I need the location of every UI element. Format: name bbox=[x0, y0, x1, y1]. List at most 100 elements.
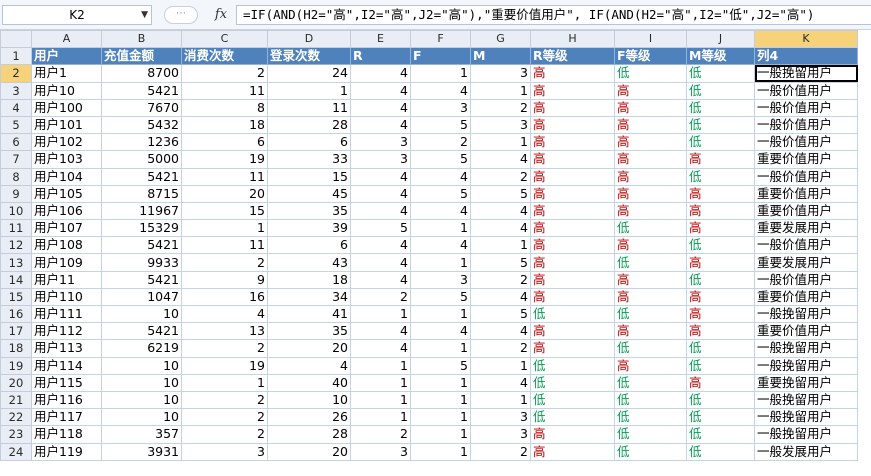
cell-d[interactable]: 39 bbox=[267, 219, 351, 238]
cell-i[interactable]: 高 bbox=[614, 115, 687, 135]
cell-j[interactable]: 高 bbox=[686, 322, 755, 341]
cell-b[interactable]: 15329 bbox=[101, 219, 182, 238]
cell-e[interactable]: 4 bbox=[350, 270, 411, 289]
cell-g[interactable]: 1 bbox=[470, 133, 531, 152]
cell-c[interactable]: 15 bbox=[181, 201, 268, 221]
row-header[interactable]: 17 bbox=[0, 322, 32, 341]
cell-j[interactable]: 低 bbox=[686, 236, 755, 255]
cell-f[interactable]: 4 bbox=[410, 81, 471, 100]
cell-f[interactable]: 1 bbox=[410, 219, 471, 238]
cell-e[interactable]: 2 bbox=[350, 287, 411, 307]
cell-g[interactable]: 1 bbox=[470, 236, 531, 255]
name-box[interactable]: K2 ▼ bbox=[2, 5, 152, 25]
cell-a[interactable]: 用户101 bbox=[31, 115, 102, 135]
cell-i[interactable]: 高 bbox=[614, 133, 687, 152]
cell-h[interactable]: 高 bbox=[530, 201, 615, 221]
cell-d[interactable]: 43 bbox=[267, 253, 351, 272]
cell-b[interactable]: 5421 bbox=[101, 81, 182, 100]
cell-g[interactable]: 3 bbox=[470, 425, 531, 444]
header-cell-a[interactable]: 用户 bbox=[31, 47, 102, 66]
cell-j[interactable]: 低 bbox=[686, 98, 755, 117]
cell-k[interactable]: 重要价值用户 bbox=[754, 184, 858, 203]
cell-h[interactable]: 高 bbox=[530, 287, 615, 307]
row-header[interactable]: 9 bbox=[0, 184, 32, 203]
cell-b[interactable]: 5000 bbox=[101, 150, 182, 169]
column-header-h[interactable]: H bbox=[530, 29, 615, 49]
cell-b[interactable]: 8715 bbox=[101, 184, 182, 203]
cell-c[interactable]: 1 bbox=[181, 373, 268, 392]
column-header-i[interactable]: I bbox=[614, 29, 687, 49]
cell-f[interactable]: 1 bbox=[410, 425, 471, 444]
cell-f[interactable]: 4 bbox=[410, 167, 471, 186]
cell-e[interactable]: 3 bbox=[350, 133, 411, 152]
cell-a[interactable]: 用户104 bbox=[31, 167, 102, 186]
cell-f[interactable]: 1 bbox=[410, 442, 471, 461]
cell-e[interactable]: 4 bbox=[350, 236, 411, 255]
cell-h[interactable]: 高 bbox=[530, 442, 615, 461]
cell-d[interactable]: 26 bbox=[267, 408, 351, 427]
cell-b[interactable]: 10 bbox=[101, 390, 182, 410]
cell-j[interactable]: 低 bbox=[686, 339, 755, 358]
cell-e[interactable]: 4 bbox=[350, 98, 411, 117]
row-header[interactable]: 23 bbox=[0, 425, 32, 444]
cell-j[interactable]: 高 bbox=[686, 219, 755, 238]
cell-e[interactable]: 1 bbox=[350, 304, 411, 324]
row-header[interactable]: 10 bbox=[0, 201, 32, 221]
cell-f[interactable]: 4 bbox=[410, 236, 471, 255]
insert-function-button[interactable]: fx bbox=[210, 5, 232, 25]
cell-i[interactable]: 高 bbox=[614, 270, 687, 289]
cell-a[interactable]: 用户111 bbox=[31, 304, 102, 324]
cell-j[interactable]: 低 bbox=[686, 81, 755, 100]
cell-a[interactable]: 用户10 bbox=[31, 81, 102, 100]
cell-j[interactable]: 高 bbox=[686, 253, 755, 272]
cell-e[interactable]: 4 bbox=[350, 184, 411, 203]
cell-a[interactable]: 用户102 bbox=[31, 133, 102, 152]
cell-a[interactable]: 用户11 bbox=[31, 270, 102, 289]
cell-d[interactable]: 35 bbox=[267, 201, 351, 221]
cell-h[interactable]: 高 bbox=[530, 167, 615, 186]
cell-a[interactable]: 用户108 bbox=[31, 236, 102, 255]
cell-i[interactable]: 低 bbox=[614, 219, 687, 238]
cell-i[interactable]: 高 bbox=[614, 287, 687, 307]
cell-b[interactable]: 5421 bbox=[101, 236, 182, 255]
cell-c[interactable]: 19 bbox=[181, 150, 268, 169]
cell-e[interactable]: 1 bbox=[350, 373, 411, 392]
cell-f[interactable]: 5 bbox=[410, 287, 471, 307]
cell-d[interactable]: 11 bbox=[267, 98, 351, 117]
cell-c[interactable]: 2 bbox=[181, 408, 268, 427]
cell-k[interactable]: 一般价值用户 bbox=[754, 133, 858, 152]
cell-k[interactable]: 重要价值用户 bbox=[754, 287, 858, 307]
header-cell-d[interactable]: 登录次数 bbox=[267, 47, 351, 66]
cell-h[interactable]: 高 bbox=[530, 150, 615, 169]
cell-j[interactable]: 低 bbox=[686, 115, 755, 135]
formula-input[interactable]: =IF(AND(H2="高",I2="高",J2="高"),"重要价值用户", … bbox=[236, 5, 871, 25]
cell-k[interactable]: 重要价值用户 bbox=[754, 201, 858, 221]
cell-j[interactable]: 低 bbox=[686, 133, 755, 152]
cell-a[interactable]: 用户112 bbox=[31, 322, 102, 341]
cell-h[interactable]: 低 bbox=[530, 356, 615, 375]
expand-formula-icon[interactable]: ⋯ bbox=[164, 6, 198, 24]
cell-c[interactable]: 2 bbox=[181, 64, 268, 83]
cell-k[interactable]: 一般挽留用户 bbox=[754, 304, 858, 324]
cell-a[interactable]: 用户116 bbox=[31, 390, 102, 410]
cell-f[interactable]: 5 bbox=[410, 150, 471, 169]
cell-a[interactable]: 用户115 bbox=[31, 373, 102, 392]
cell-d[interactable]: 20 bbox=[267, 339, 351, 358]
cell-k[interactable]: 一般挽留用户 bbox=[754, 64, 858, 83]
cell-a[interactable]: 用户105 bbox=[31, 184, 102, 203]
column-header-e[interactable]: E bbox=[350, 29, 411, 49]
row-header[interactable]: 13 bbox=[0, 253, 32, 272]
cell-h[interactable]: 高 bbox=[530, 81, 615, 100]
cell-b[interactable]: 1236 bbox=[101, 133, 182, 152]
cell-g[interactable]: 3 bbox=[470, 408, 531, 427]
cell-c[interactable]: 20 bbox=[181, 184, 268, 203]
cell-c[interactable]: 19 bbox=[181, 356, 268, 375]
row-header[interactable]: 5 bbox=[0, 115, 32, 135]
cell-d[interactable]: 40 bbox=[267, 373, 351, 392]
header-cell-i[interactable]: F等级 bbox=[614, 47, 687, 66]
cell-e[interactable]: 3 bbox=[350, 442, 411, 461]
cell-d[interactable]: 24 bbox=[267, 64, 351, 83]
cell-d[interactable]: 34 bbox=[267, 287, 351, 307]
cell-h[interactable]: 低 bbox=[530, 304, 615, 324]
cell-f[interactable]: 5 bbox=[410, 184, 471, 203]
